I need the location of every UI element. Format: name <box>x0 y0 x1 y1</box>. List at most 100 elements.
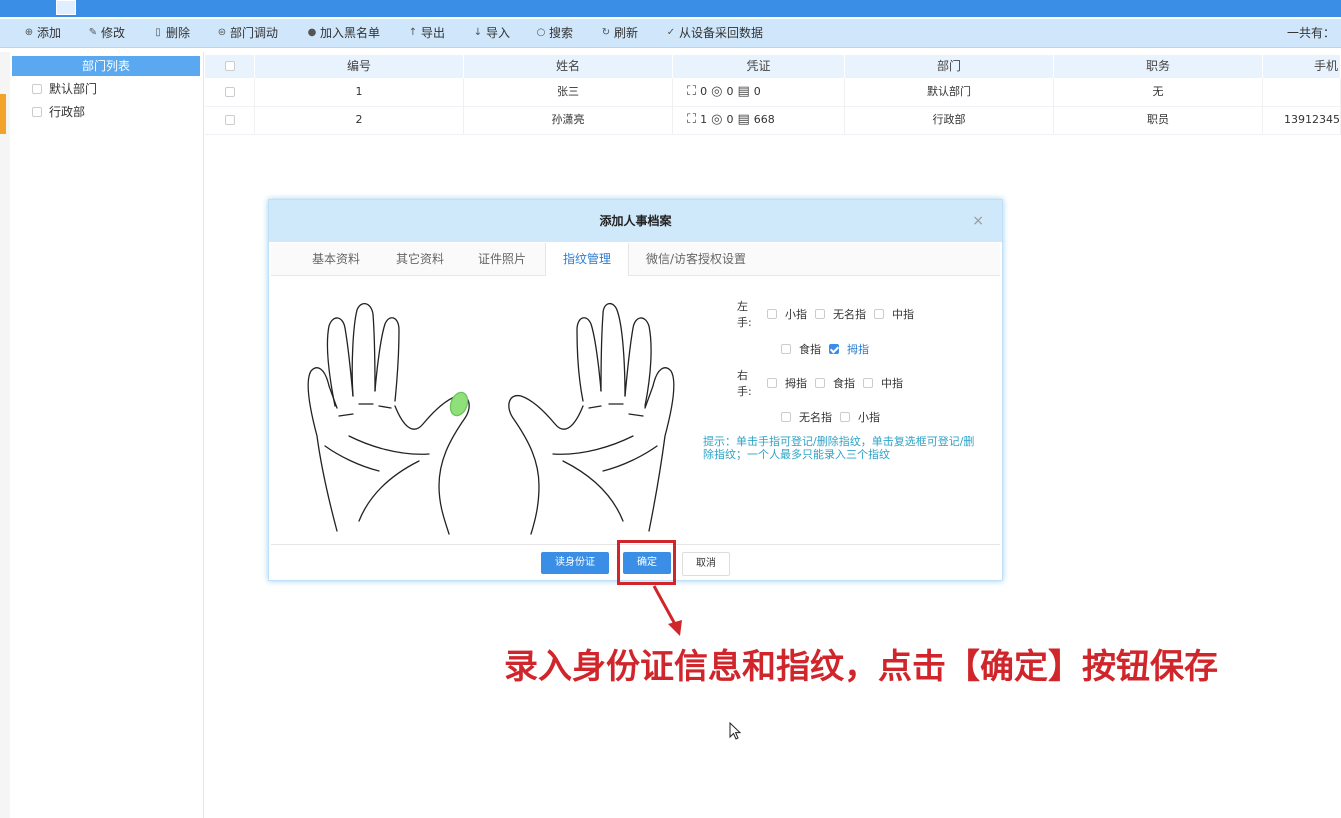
right-ring-checkbox[interactable] <box>781 412 791 422</box>
left-middle-checkbox[interactable] <box>874 309 884 319</box>
right-index-label: 食指 <box>833 377 855 390</box>
import-label: 导入 <box>486 26 511 40</box>
right-hand[interactable] <box>508 303 675 535</box>
right-thumb-checkbox[interactable] <box>767 378 777 388</box>
cell-phone: 13912345 <box>1263 106 1341 134</box>
left-thumb-option[interactable]: 拇指 <box>829 341 869 357</box>
right-hand-row-2: 无名指 小指 <box>781 408 882 426</box>
blacklist-button[interactable]: ● 加入黑名单 <box>307 19 380 47</box>
fetch-device-data-label: 从设备采回数据 <box>679 26 764 40</box>
dialog-body: 左手: 小指 无名指 中指 食指 拇指 右手: 拇指 食指 中指 无名指 小指 … <box>271 276 1000 545</box>
add-button[interactable]: ⊕ 添加 <box>24 19 61 47</box>
refresh-button[interactable]: ↻ 刷新 <box>601 19 638 47</box>
table-row[interactable]: 2 孙潇亮 ⛶ 1 ◎ 0 ▤ 668 行政部 职员 13912345 <box>205 106 1341 135</box>
row-checkbox[interactable] <box>224 115 235 125</box>
cell-id: 2 <box>255 106 464 134</box>
pencil-icon: ✎ <box>88 27 98 38</box>
fingerprint-hint: 提示：单击手指可登记/删除指纹，单击复选框可登记/删除指纹；一个人最多只能录入三… <box>703 435 975 461</box>
face-icon: ⛶ <box>687 112 697 127</box>
left-little-finger-option[interactable]: 小指 <box>767 306 807 322</box>
dept-checkbox[interactable] <box>32 107 42 117</box>
right-index-checkbox[interactable] <box>815 378 825 388</box>
cell-title: 职员 <box>1054 106 1263 134</box>
left-middle-finger-option[interactable]: 中指 <box>874 306 914 322</box>
dialog-title: 添加人事档案 <box>269 200 1002 242</box>
left-ring-checkbox[interactable] <box>815 309 825 319</box>
left-little-label: 小指 <box>785 308 807 321</box>
fingerprint-icon: ◎ <box>711 112 723 127</box>
col-phone[interactable]: 手机 <box>1263 55 1341 78</box>
left-ring-label: 无名指 <box>833 308 866 321</box>
right-ring-finger-option[interactable]: 无名指 <box>781 409 832 425</box>
tab-basic-info[interactable]: 基本资料 <box>301 243 371 275</box>
cancel-button[interactable]: 取消 <box>682 552 730 576</box>
tutorial-caption: 录入身份证信息和指纹，点击【确定】按钮保存 <box>504 647 1218 687</box>
hands-illustration <box>307 303 675 535</box>
blacklist-icon: ● <box>307 27 317 38</box>
dept-item-default[interactable]: 默认部门 <box>32 80 97 98</box>
card-number: 668 <box>753 113 775 126</box>
dept-transfer-button[interactable]: ⊜ 部门调动 <box>217 19 278 47</box>
annotation-arrow-icon <box>652 585 682 636</box>
card-icon: ▤ <box>737 84 750 99</box>
left-thumb-checkbox[interactable] <box>829 344 839 354</box>
tab-fingerprint[interactable]: 指纹管理 <box>545 243 629 276</box>
left-index-finger-option[interactable]: 食指 <box>781 341 821 357</box>
confirm-highlight-box <box>617 540 676 585</box>
cell-dept: 默认部门 <box>845 78 1054 106</box>
dept-item-admin[interactable]: 行政部 <box>32 103 85 121</box>
select-all-checkbox[interactable] <box>224 61 235 71</box>
col-id[interactable]: 编号 <box>255 55 464 78</box>
search-button[interactable]: ○ 搜索 <box>536 19 573 47</box>
face-count: 1 <box>700 113 708 126</box>
add-personnel-dialog: 添加人事档案 × 基本资料 其它资料 证件照片 指纹管理 微信/访客授权设置 左… <box>268 199 1003 581</box>
col-name[interactable]: 姓名 <box>464 55 673 78</box>
row-select-cell <box>205 78 255 106</box>
delete-button[interactable]: ▯ 删除 <box>153 19 190 47</box>
col-dept[interactable]: 部门 <box>845 55 1054 78</box>
face-icon: ⛶ <box>687 84 697 99</box>
right-thumb-option[interactable]: 拇指 <box>767 375 807 391</box>
edit-button[interactable]: ✎ 修改 <box>88 19 125 47</box>
export-label: 导出 <box>421 26 446 40</box>
refresh-label: 刷新 <box>614 26 639 40</box>
import-button[interactable]: ↓ 导入 <box>473 19 510 47</box>
right-ring-label: 无名指 <box>799 411 832 424</box>
right-middle-finger-option[interactable]: 中指 <box>863 375 903 391</box>
right-little-finger-option[interactable]: 小指 <box>840 409 880 425</box>
tab-other-info[interactable]: 其它资料 <box>385 243 455 275</box>
dept-list-header: 部门列表 <box>12 56 200 76</box>
tab-wechat-visitor[interactable]: 微信/访客授权设置 <box>637 243 755 275</box>
col-title[interactable]: 职务 <box>1054 55 1263 78</box>
toolbar: ⊕ 添加 ✎ 修改 ▯ 删除 ⊜ 部门调动 ● 加入黑名单 ↑ 导出 ↓ 导入 ○ 搜索 ↻ 刷新… <box>0 19 1341 48</box>
tab-id-photo[interactable]: 证件照片 <box>467 243 537 275</box>
fetch-device-data-button[interactable]: ✓ 从设备采回数据 <box>666 19 763 47</box>
trash-icon: ▯ <box>155 27 161 38</box>
right-little-label: 小指 <box>858 411 880 424</box>
cell-phone <box>1263 78 1341 106</box>
row-select-cell <box>205 106 255 134</box>
cell-dept: 行政部 <box>845 106 1054 134</box>
left-hand[interactable] <box>307 303 470 535</box>
read-id-card-button[interactable]: 读身份证 <box>541 552 609 574</box>
left-index-checkbox[interactable] <box>781 344 791 354</box>
card-icon: ▤ <box>737 112 750 127</box>
right-index-finger-option[interactable]: 食指 <box>815 375 855 391</box>
col-credential[interactable]: 凭证 <box>673 55 845 78</box>
right-middle-checkbox[interactable] <box>863 378 873 388</box>
table-row[interactable]: 1 张三 ⛶ 0 ◎ 0 ▤ 0 默认部门 无 <box>205 78 1341 107</box>
close-icon[interactable]: × <box>972 200 984 242</box>
right-little-checkbox[interactable] <box>840 412 850 422</box>
import-icon: ↓ <box>473 27 483 38</box>
dept-checkbox[interactable] <box>32 84 42 94</box>
left-little-checkbox[interactable] <box>767 309 777 319</box>
right-hand-row-1: 右手: 拇指 食指 中指 <box>737 369 905 398</box>
left-ring-finger-option[interactable]: 无名指 <box>815 306 866 322</box>
row-checkbox[interactable] <box>224 87 235 97</box>
search-label: 搜索 <box>549 26 574 40</box>
export-button[interactable]: ↑ 导出 <box>408 19 445 47</box>
cell-credential: ⛶ 1 ◎ 0 ▤ 668 <box>673 106 845 134</box>
mouse-cursor-icon <box>729 722 742 740</box>
active-nav-indicator <box>0 94 6 134</box>
dept-panel: 部门列表 默认部门 行政部 <box>10 52 204 818</box>
